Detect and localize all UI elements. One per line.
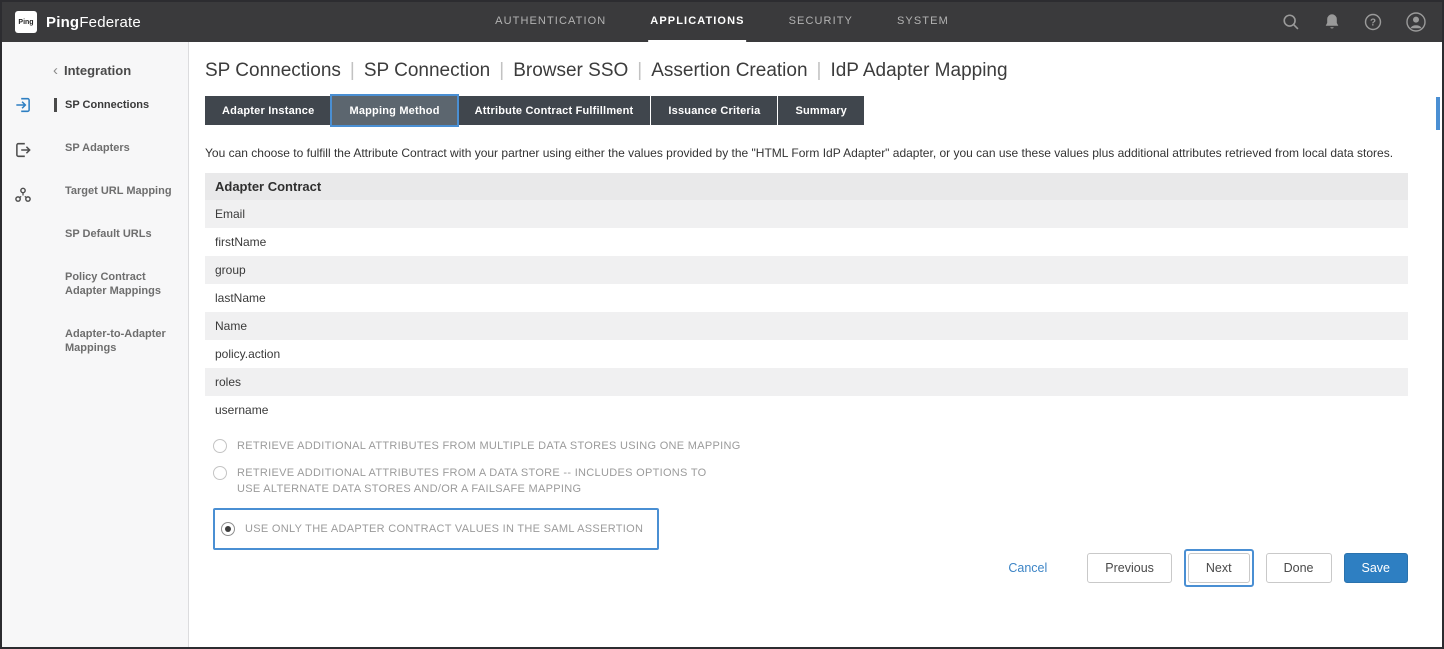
primary-nav: AUTHENTICATION APPLICATIONS SECURITY SYS… xyxy=(493,2,951,42)
sidebar-item-sp-default-urls[interactable]: SP Default URLs xyxy=(54,227,180,241)
sidebar-section-integration[interactable]: ‹ Integration xyxy=(53,62,131,79)
cancel-link[interactable]: Cancel xyxy=(1008,561,1047,575)
table-row: Email xyxy=(205,200,1408,228)
action-bar: Cancel Previous Next Done Save xyxy=(1008,549,1408,587)
search-icon[interactable] xyxy=(1282,13,1300,31)
oauth-icon[interactable] xyxy=(14,186,32,204)
radio-button-icon[interactable] xyxy=(213,466,227,480)
radio-label: RETRIEVE ADDITIONAL ATTRIBUTES FROM A DA… xyxy=(237,465,707,497)
done-button[interactable]: Done xyxy=(1266,553,1332,583)
table-row: lastName xyxy=(205,284,1408,312)
annotation-highlight-next: Next xyxy=(1184,549,1254,587)
tab-summary[interactable]: Summary xyxy=(778,96,864,125)
sidebar-item-policy-contract-adapter-mappings[interactable]: Policy Contract Adapter Mappings xyxy=(54,270,180,298)
table-row: policy.action xyxy=(205,340,1408,368)
tab-adapter-instance[interactable]: Adapter Instance xyxy=(205,96,331,125)
annotation-edge-marker xyxy=(1436,97,1440,130)
help-icon[interactable]: ? xyxy=(1364,13,1382,31)
breadcrumb-assertion-creation[interactable]: Assertion Creation xyxy=(651,60,807,81)
previous-button[interactable]: Previous xyxy=(1087,553,1172,583)
app-title: PingFederate xyxy=(46,14,141,31)
breadcrumb-divider: | xyxy=(341,60,364,81)
sidebar-section-label: Integration xyxy=(64,63,131,78)
sidebar-item-sp-adapters[interactable]: SP Adapters xyxy=(54,141,180,155)
tab-mapping-method[interactable]: Mapping Method xyxy=(332,96,456,125)
table-row: roles xyxy=(205,368,1408,396)
next-button[interactable]: Next xyxy=(1188,553,1250,583)
notifications-icon[interactable] xyxy=(1324,13,1340,31)
sidebar: ‹ Integration SP Connections SP Adapters… xyxy=(2,42,189,647)
radio-button-selected-icon[interactable] xyxy=(221,522,235,536)
save-button[interactable]: Save xyxy=(1344,553,1409,583)
sidebar-item-target-url-mapping[interactable]: Target URL Mapping xyxy=(54,184,180,198)
radio-data-store-with-options[interactable]: RETRIEVE ADDITIONAL ATTRIBUTES FROM A DA… xyxy=(213,465,1408,497)
breadcrumb-divider: | xyxy=(490,60,513,81)
nav-system[interactable]: SYSTEM xyxy=(895,2,951,42)
breadcrumb-divider: | xyxy=(808,60,831,81)
table-header: Adapter Contract xyxy=(205,173,1408,200)
nav-authentication[interactable]: AUTHENTICATION xyxy=(493,2,608,42)
breadcrumb-sp-connections[interactable]: SP Connections xyxy=(205,60,341,81)
mapping-method-options: RETRIEVE ADDITIONAL ATTRIBUTES FROM MULT… xyxy=(205,438,1408,550)
nav-security[interactable]: SECURITY xyxy=(787,2,855,42)
app-window: Ping PingFederate AUTHENTICATION APPLICA… xyxy=(0,0,1444,649)
ping-logo: Ping xyxy=(15,11,37,33)
sidebar-icon-rail xyxy=(2,42,44,647)
breadcrumb-idp-adapter-mapping[interactable]: IdP Adapter Mapping xyxy=(830,60,1007,81)
sidebar-nav: SP Connections SP Adapters Target URL Ma… xyxy=(54,98,180,355)
breadcrumb-sp-connection[interactable]: SP Connection xyxy=(364,60,490,81)
chevron-left-icon: ‹ xyxy=(53,62,58,79)
table-row: username xyxy=(205,396,1408,424)
ping-logo-text: Ping xyxy=(18,19,33,26)
idp-icon[interactable] xyxy=(14,96,32,114)
main-content: SP Connections|SP Connection|Browser SSO… xyxy=(190,42,1442,647)
tab-attribute-contract-fulfillment[interactable]: Attribute Contract Fulfillment xyxy=(458,96,651,125)
sidebar-item-sp-connections[interactable]: SP Connections xyxy=(54,98,180,112)
page-description: You can choose to fulfill the Attribute … xyxy=(205,145,1408,161)
tab-issuance-criteria[interactable]: Issuance Criteria xyxy=(651,96,777,125)
topbar: Ping PingFederate AUTHENTICATION APPLICA… xyxy=(2,2,1442,42)
radio-multiple-data-stores[interactable]: RETRIEVE ADDITIONAL ATTRIBUTES FROM MULT… xyxy=(213,438,1408,454)
app-title-light: Federate xyxy=(79,14,141,31)
app-title-bold: Ping xyxy=(46,14,79,31)
sp-icon[interactable] xyxy=(14,141,32,159)
breadcrumb: SP Connections|SP Connection|Browser SSO… xyxy=(205,58,1408,84)
table-row: group xyxy=(205,256,1408,284)
table-row: Name xyxy=(205,312,1408,340)
sidebar-item-adapter-to-adapter-mappings[interactable]: Adapter-to-Adapter Mappings xyxy=(54,327,180,355)
topbar-icons: ? xyxy=(1282,2,1426,42)
nav-applications[interactable]: APPLICATIONS xyxy=(648,2,746,42)
radio-label: RETRIEVE ADDITIONAL ATTRIBUTES FROM MULT… xyxy=(237,438,741,454)
svg-text:?: ? xyxy=(1370,18,1376,29)
breadcrumb-divider: | xyxy=(628,60,651,81)
annotation-highlight-radio: USE ONLY THE ADAPTER CONTRACT VALUES IN … xyxy=(213,508,659,550)
table-row: firstName xyxy=(205,228,1408,256)
step-tabs: Adapter Instance Mapping Method Attribut… xyxy=(205,96,1408,125)
radio-adapter-contract-only[interactable]: USE ONLY THE ADAPTER CONTRACT VALUES IN … xyxy=(221,521,643,537)
radio-label: USE ONLY THE ADAPTER CONTRACT VALUES IN … xyxy=(245,521,643,537)
account-icon[interactable] xyxy=(1406,12,1426,32)
adapter-contract-table: Adapter Contract Email firstName group l… xyxy=(205,173,1408,424)
breadcrumb-browser-sso[interactable]: Browser SSO xyxy=(513,60,628,81)
radio-button-icon[interactable] xyxy=(213,439,227,453)
